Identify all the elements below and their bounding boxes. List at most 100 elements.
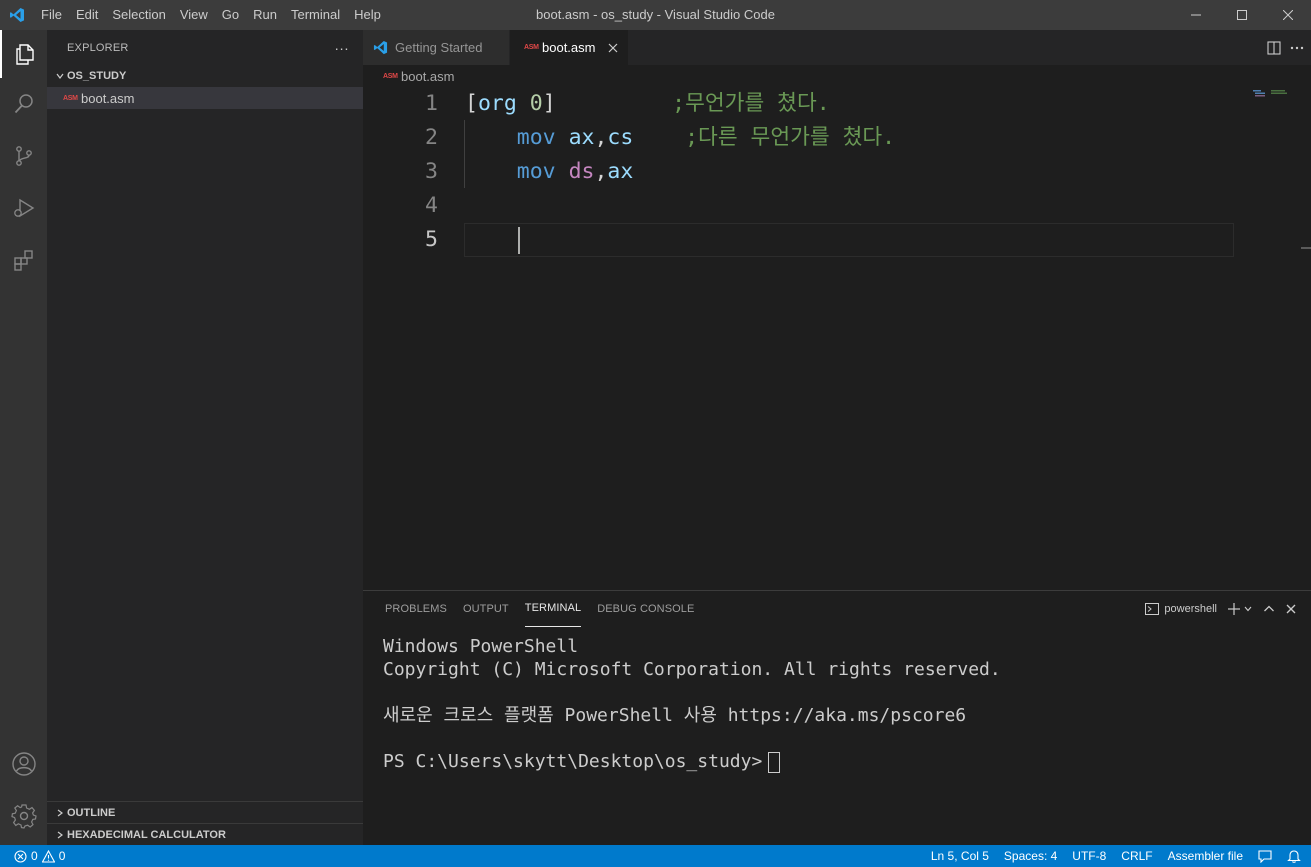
scrollbar-marker <box>1301 247 1311 249</box>
terminal-output[interactable]: Windows PowerShell Copyright (C) Microso… <box>383 635 1001 773</box>
menu-file[interactable]: File <box>34 0 69 30</box>
new-terminal-button[interactable] <box>1227 602 1253 616</box>
tab-debug-console[interactable]: DEBUG CONSOLE <box>597 591 694 627</box>
code-token-reg: ax <box>607 159 634 184</box>
code-line: 2 mov ax,cs ;다른 무언가를 쳤다. <box>363 121 1233 155</box>
folder-label: OS_STUDY <box>67 70 127 82</box>
code-token-punc: , <box>594 159 608 184</box>
bottom-panel: PROBLEMS OUTPUT TERMINAL DEBUG CONSOLE p… <box>363 590 1311 845</box>
file-boot-asm[interactable]: ASM boot.asm <box>47 87 363 109</box>
accounts-button[interactable] <box>0 740 47 788</box>
terminal-line: Copyright (C) Microsoft Corporation. All… <box>383 659 1001 680</box>
explorer-header: EXPLORER ··· <box>47 30 363 65</box>
menu-selection[interactable]: Selection <box>105 0 172 30</box>
chevron-right-icon <box>53 808 67 818</box>
ellipsis-icon <box>1290 46 1304 49</box>
editor-area: Getting Started ASM boot.asm ASM boot.as… <box>363 30 1311 590</box>
cursor-position[interactable]: Ln 5, Col 5 <box>931 849 989 863</box>
hex-calculator-section[interactable]: HEXADECIMAL CALCULATOR <box>47 823 363 845</box>
terminal-name: powershell <box>1164 603 1217 615</box>
status-bar: 0 0 Ln 5, Col 5 Spaces: 4 UTF-8 CRLF Ass… <box>0 845 1311 867</box>
terminal-selector[interactable]: powershell <box>1145 603 1217 615</box>
minimap-preview <box>1253 90 1287 97</box>
tab-getting-started[interactable]: Getting Started <box>363 30 510 65</box>
warning-icon <box>41 849 55 863</box>
close-tab-button[interactable] <box>608 43 618 53</box>
notifications-button[interactable] <box>1287 849 1301 863</box>
line-number: 5 <box>425 227 438 252</box>
code-token-punc <box>465 159 517 184</box>
breadcrumb-file[interactable]: boot.asm <box>401 69 454 84</box>
tab-boot-asm[interactable]: ASM boot.asm <box>510 30 628 65</box>
code-token-punc: , <box>594 125 608 150</box>
maximize-button[interactable] <box>1219 0 1265 30</box>
tab-output[interactable]: OUTPUT <box>463 591 509 627</box>
terminal-prompt-line: PS C:\Users\skytt\Desktop\os_study> <box>383 750 1001 773</box>
menu-terminal[interactable]: Terminal <box>284 0 347 30</box>
menu-bar: File Edit Selection View Go Run Terminal… <box>34 0 388 30</box>
manage-button[interactable] <box>0 792 47 840</box>
language-mode[interactable]: Assembler file <box>1168 849 1243 863</box>
code-token-bracket: ] <box>542 91 556 116</box>
outline-label: OUTLINE <box>67 806 116 819</box>
problems-status[interactable]: 0 0 <box>0 849 65 863</box>
menu-help[interactable]: Help <box>347 0 388 30</box>
run-debug-button[interactable] <box>0 184 47 232</box>
menu-run[interactable]: Run <box>246 0 284 30</box>
gear-icon <box>10 804 37 829</box>
tab-label: boot.asm <box>542 40 596 55</box>
outline-section[interactable]: OUTLINE <box>47 801 363 823</box>
status-right: Ln 5, Col 5 Spaces: 4 UTF-8 CRLF Assembl… <box>931 845 1301 867</box>
code-token-punc <box>465 125 517 150</box>
extensions-button[interactable] <box>0 236 47 284</box>
search-button[interactable] <box>0 80 47 128</box>
text-cursor <box>518 227 520 254</box>
asm-file-icon: ASM <box>63 94 78 102</box>
chevron-down-icon <box>1244 606 1252 612</box>
code-token-punc <box>517 91 530 116</box>
error-icon <box>14 849 27 863</box>
code-token-reg: org <box>477 91 517 116</box>
split-editor-button[interactable] <box>1267 40 1281 55</box>
menu-view[interactable]: View <box>173 0 215 30</box>
source-control-button[interactable] <box>0 132 47 180</box>
code-token-comment: ;다른 무언가를 쳤다. <box>685 125 896 150</box>
code-editor[interactable]: 1 [org 0] ;무언가를 쳤다. 2 mov ax,cs ;다른 무언가를… <box>363 87 1311 590</box>
line-number: 2 <box>425 125 438 150</box>
error-count: 0 <box>31 849 38 863</box>
maximize-icon <box>1237 10 1247 20</box>
explorer-button[interactable] <box>0 30 47 78</box>
close-window-button[interactable] <box>1265 0 1311 30</box>
menu-edit[interactable]: Edit <box>69 0 105 30</box>
search-icon <box>14 94 33 114</box>
files-icon <box>15 44 34 65</box>
close-panel-button[interactable] <box>1285 603 1297 615</box>
maximize-panel-button[interactable] <box>1263 603 1275 615</box>
end-of-line[interactable]: CRLF <box>1121 849 1152 863</box>
folder-os-study[interactable]: OS_STUDY <box>47 65 363 87</box>
minimize-button[interactable] <box>1173 0 1219 30</box>
explorer-sidebar: EXPLORER ··· OS_STUDY ASM boot.asm OUTLI… <box>47 30 363 845</box>
menu-go[interactable]: Go <box>215 0 246 30</box>
feedback-button[interactable] <box>1258 849 1272 863</box>
extensions-icon <box>13 250 33 271</box>
more-actions-button[interactable] <box>1289 41 1305 55</box>
minimap[interactable] <box>1241 87 1311 590</box>
terminal-prompt: PS C:\Users\skytt\Desktop\os_study> <box>383 751 763 772</box>
explorer-title: EXPLORER <box>67 41 129 54</box>
encoding[interactable]: UTF-8 <box>1072 849 1106 863</box>
code-line: 4 <box>363 189 1233 223</box>
window-controls <box>1173 0 1311 30</box>
indentation[interactable]: Spaces: 4 <box>1004 849 1057 863</box>
code-line: 3 mov ds,ax <box>363 155 1233 189</box>
tab-problems[interactable]: PROBLEMS <box>385 591 447 627</box>
tab-terminal[interactable]: TERMINAL <box>524 591 582 627</box>
close-icon <box>1283 10 1293 20</box>
file-label: boot.asm <box>81 90 135 106</box>
feedback-icon <box>1258 850 1272 863</box>
code-token-punc <box>633 125 685 150</box>
close-icon <box>1286 604 1296 614</box>
more-actions-button[interactable]: ··· <box>334 40 349 56</box>
